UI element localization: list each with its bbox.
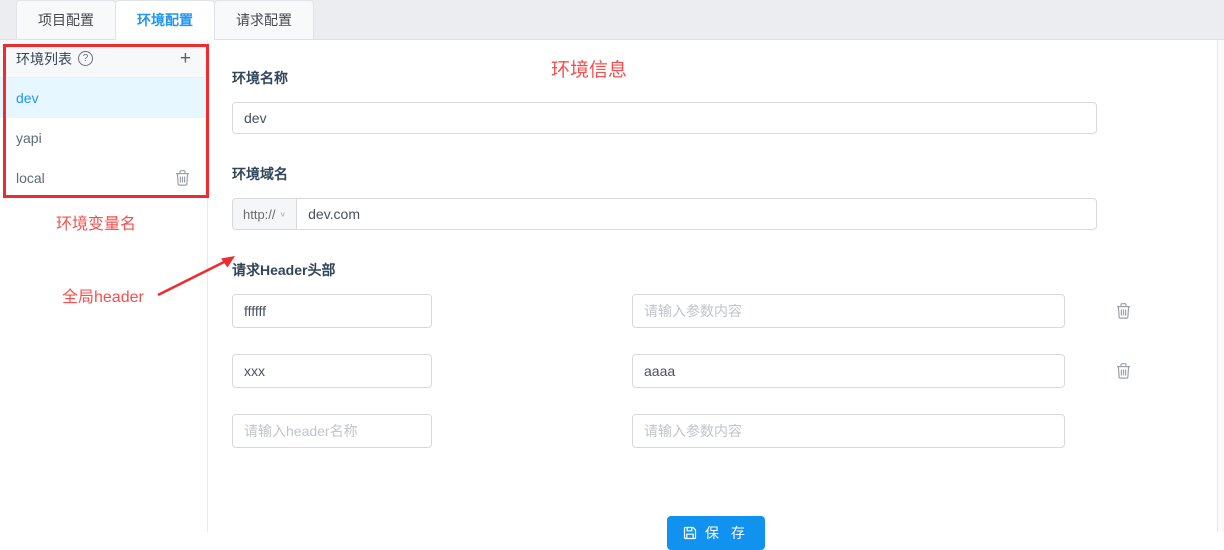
env-item-label: yapi [16,130,42,146]
chevron-down-icon: ∨ [280,210,287,219]
tab-project-config[interactable]: 项目配置 [16,0,116,40]
env-domain-input[interactable] [296,198,1097,230]
add-environment-button[interactable]: + [180,49,191,68]
delete-header-row-icon[interactable] [1115,302,1132,320]
delete-header-row-icon[interactable] [1115,362,1132,380]
help-circle-icon[interactable]: ? [78,51,93,66]
header-name-input-2[interactable] [232,414,432,448]
vertical-scrollbar[interactable] [1217,40,1224,532]
env-item-label: local [16,170,45,186]
header-row [232,414,1217,448]
env-name-label: 环境名称 [232,68,1217,88]
environment-list-title: 环境列表 [16,49,72,69]
save-icon [683,526,697,540]
env-item-local[interactable]: local [0,158,207,198]
protocol-select[interactable]: http:// ∨ [232,198,296,230]
env-item-dev[interactable]: dev [0,78,207,118]
env-domain-group: http:// ∨ [232,198,1097,230]
env-domain-label: 环境域名 [232,164,1217,184]
delete-environment-icon[interactable] [174,169,191,187]
env-item-label: dev [16,90,39,106]
env-name-input[interactable] [232,102,1097,134]
environment-list-header: 环境列表 ? + [0,40,207,78]
header-value-input-0[interactable] [632,294,1065,328]
header-row [232,354,1217,388]
request-header-label: 请求Header头部 [232,260,1217,280]
save-button[interactable]: 保 存 [667,516,765,550]
config-tab-bar: 项目配置 环境配置 请求配置 [0,0,1224,40]
header-row [232,294,1217,328]
tab-environment-config[interactable]: 环境配置 [115,0,215,40]
header-value-input-1[interactable] [632,354,1065,388]
header-name-input-0[interactable] [232,294,432,328]
environment-sidebar: 环境列表 ? + dev yapi local [0,40,208,532]
header-name-input-1[interactable] [232,354,432,388]
environment-form: 环境名称 环境域名 http:// ∨ 请求Header头部 [208,40,1217,532]
protocol-value: http:// [243,207,276,222]
header-value-input-2[interactable] [632,414,1065,448]
tab-request-config[interactable]: 请求配置 [214,0,314,40]
env-item-yapi[interactable]: yapi [0,118,207,158]
save-button-label: 保 存 [705,523,749,543]
